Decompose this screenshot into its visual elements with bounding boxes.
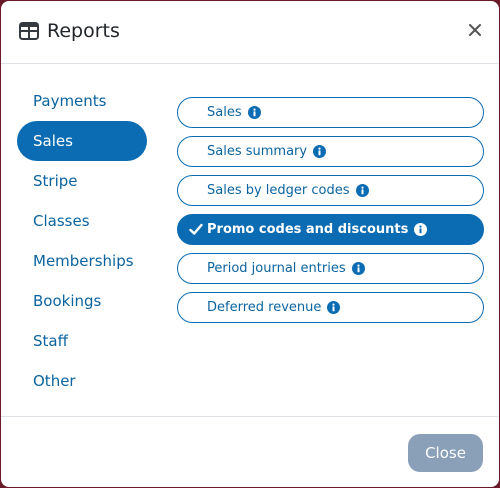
report-label: Deferred revenue: [207, 300, 322, 315]
info-icon[interactable]: [313, 145, 327, 158]
reports-modal: Reports Payments Sales Stripe Classes Me…: [1, 1, 499, 487]
report-label: Sales summary: [207, 144, 308, 159]
close-icon[interactable]: [467, 22, 483, 38]
nav-item-other[interactable]: Other: [17, 361, 147, 401]
report-label: Sales by ledger codes: [207, 183, 350, 198]
check-icon: [189, 223, 203, 235]
table-icon: [19, 22, 39, 40]
report-sales-button[interactable]: Sales: [177, 97, 484, 128]
report-label: Period journal entries: [207, 261, 346, 276]
nav-item-memberships[interactable]: Memberships: [17, 241, 147, 281]
report-category-nav: Payments Sales Stripe Classes Membership…: [17, 81, 147, 401]
report-label: Promo codes and discounts: [207, 222, 409, 237]
report-sales-summary-button[interactable]: Sales summary: [177, 136, 484, 167]
nav-item-bookings[interactable]: Bookings: [17, 281, 147, 321]
nav-item-sales[interactable]: Sales: [17, 121, 147, 161]
info-icon[interactable]: [247, 106, 261, 119]
report-deferred-revenue-button[interactable]: Deferred revenue: [177, 292, 484, 323]
nav-item-classes[interactable]: Classes: [17, 201, 147, 241]
report-promo-codes-button[interactable]: Promo codes and discounts: [177, 214, 484, 245]
info-icon[interactable]: [327, 301, 341, 314]
close-button[interactable]: Close: [408, 434, 483, 472]
modal-header: Reports: [1, 1, 499, 64]
report-label: Sales: [207, 105, 242, 120]
info-icon[interactable]: [351, 262, 365, 275]
modal-footer: Close: [1, 416, 499, 487]
report-sales-by-ledger-codes-button[interactable]: Sales by ledger codes: [177, 175, 484, 206]
nav-item-staff[interactable]: Staff: [17, 321, 147, 361]
report-period-journal-entries-button[interactable]: Period journal entries: [177, 253, 484, 284]
report-list: Sales Sales summary Sales by ledger code…: [177, 97, 484, 331]
nav-item-stripe[interactable]: Stripe: [17, 161, 147, 201]
info-icon[interactable]: [355, 184, 369, 197]
modal-title: Reports: [47, 20, 120, 42]
nav-item-payments[interactable]: Payments: [17, 81, 147, 121]
info-icon[interactable]: [414, 223, 428, 236]
